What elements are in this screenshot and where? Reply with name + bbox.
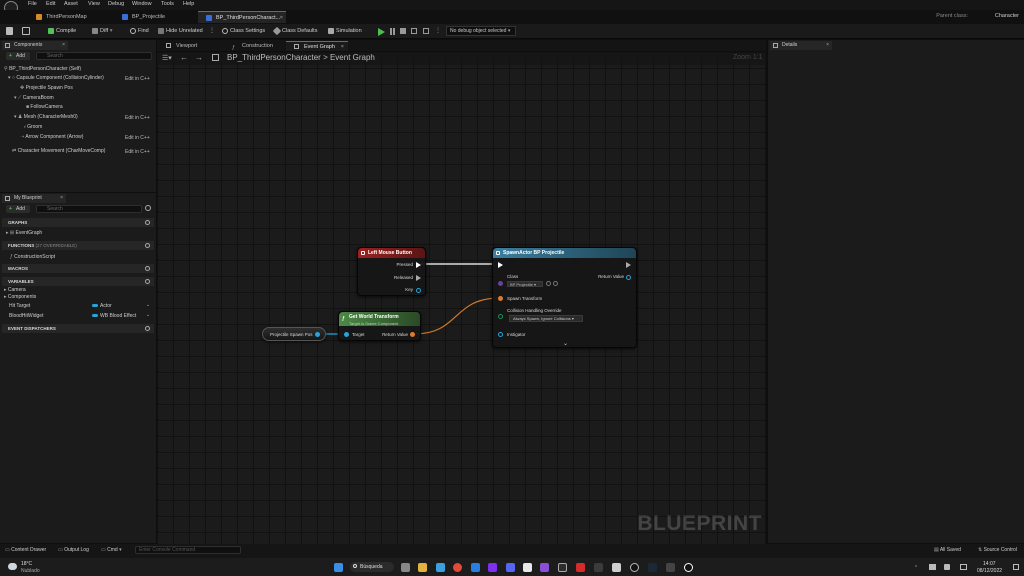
blueprint-watermark: BLUEPRINT xyxy=(637,512,762,535)
node-get-world-transform[interactable]: ƒ Get World Transform Target is Scene Co… xyxy=(338,311,421,341)
node-header: SpawnActor BP Projectile xyxy=(493,248,636,258)
taskbar-date[interactable]: 08/12/2022 xyxy=(977,568,1002,574)
visual-studio-icon[interactable] xyxy=(540,563,549,572)
app-icon[interactable] xyxy=(523,563,532,572)
app-icon[interactable] xyxy=(471,563,480,572)
target-pin[interactable] xyxy=(344,332,349,337)
details-icon xyxy=(773,43,778,48)
unreal-engine-icon[interactable] xyxy=(684,563,693,572)
volume-icon[interactable] xyxy=(944,564,950,570)
unreal-engine-icon[interactable] xyxy=(630,563,639,572)
app-icon[interactable] xyxy=(576,563,585,572)
class-pin[interactable] xyxy=(498,281,503,286)
spawn-pos-pin[interactable] xyxy=(315,332,320,337)
edge-icon[interactable] xyxy=(436,563,445,572)
battery-icon[interactable] xyxy=(960,564,967,570)
exec-pin-released[interactable] xyxy=(416,275,421,281)
node-left-mouse-button[interactable]: Left Mouse Button Pressed Released Key xyxy=(357,247,426,296)
app-icon[interactable] xyxy=(594,563,603,572)
node-header: ƒ Get World Transform Target is Scene Co… xyxy=(339,312,420,326)
collision-select[interactable]: Always Spawn, Ignore Collisions ▾ xyxy=(509,315,583,322)
chrome-icon[interactable] xyxy=(453,563,462,572)
event-icon xyxy=(361,251,365,255)
discord-icon[interactable] xyxy=(506,563,515,572)
exec-pin-pressed[interactable] xyxy=(416,262,421,268)
windows-start-icon[interactable] xyxy=(334,563,343,572)
search-icon xyxy=(353,564,357,568)
weather-temperature[interactable]: 18°C xyxy=(21,561,32,567)
return-value-pin[interactable] xyxy=(626,275,631,280)
app-icon[interactable] xyxy=(558,563,567,572)
key-pin[interactable] xyxy=(416,288,421,293)
taskbar-search[interactable]: Búsqueda xyxy=(350,562,394,572)
close-icon[interactable]: × xyxy=(826,41,829,50)
all-saved-indicator[interactable]: ▤ All Saved xyxy=(934,547,961,553)
instigator-pin[interactable] xyxy=(498,332,503,337)
exec-pin-out[interactable] xyxy=(626,262,631,268)
console-command-input[interactable]: Enter Console Command xyxy=(135,546,241,554)
tab-details[interactable]: Details × xyxy=(770,41,832,50)
transform-wire xyxy=(413,297,501,335)
network-icon[interactable] xyxy=(929,564,936,570)
source-control-button[interactable]: ⇅ Source Control xyxy=(978,547,1017,553)
cmd-select[interactable]: ▭ Cmd ▾ xyxy=(101,547,122,553)
taskbar-time[interactable]: 14:07 xyxy=(983,561,996,567)
chevron-up-icon[interactable]: ⌃ xyxy=(914,565,918,571)
browse-icon[interactable] xyxy=(546,281,551,286)
notification-icon[interactable] xyxy=(1013,564,1019,570)
app-icon[interactable] xyxy=(488,563,497,572)
node-spawn-actor[interactable]: SpawnActor BP Projectile Class BP Projec… xyxy=(492,247,637,348)
file-explorer-icon[interactable] xyxy=(418,563,427,572)
app-icon[interactable] xyxy=(666,563,675,572)
cloud-icon xyxy=(8,563,17,570)
class-select[interactable]: BP Projectile ▾ xyxy=(507,281,543,287)
output-log-button[interactable]: ▭ Output Log xyxy=(58,547,89,553)
function-icon: ƒ xyxy=(342,316,345,322)
collision-pin[interactable] xyxy=(498,314,503,319)
chevron-down-icon[interactable]: ⌄ xyxy=(563,340,568,347)
steam-icon[interactable] xyxy=(648,563,657,572)
node-projectile-spawn-pos[interactable]: Projectile Spawn Pos xyxy=(262,327,326,341)
node-header: Left Mouse Button xyxy=(358,248,425,258)
transform-return-pin[interactable] xyxy=(410,332,415,337)
app-icon[interactable] xyxy=(612,563,621,572)
weather-description: Nublado xyxy=(21,568,40,574)
spawn-icon xyxy=(496,251,500,255)
details-panel xyxy=(768,40,1024,543)
spawn-transform-pin[interactable] xyxy=(498,296,503,301)
task-view-icon[interactable] xyxy=(401,563,410,572)
exec-pin-in[interactable] xyxy=(498,262,503,268)
content-drawer-button[interactable]: ▭ Content Drawer xyxy=(5,547,46,553)
search-icon[interactable] xyxy=(553,281,558,286)
